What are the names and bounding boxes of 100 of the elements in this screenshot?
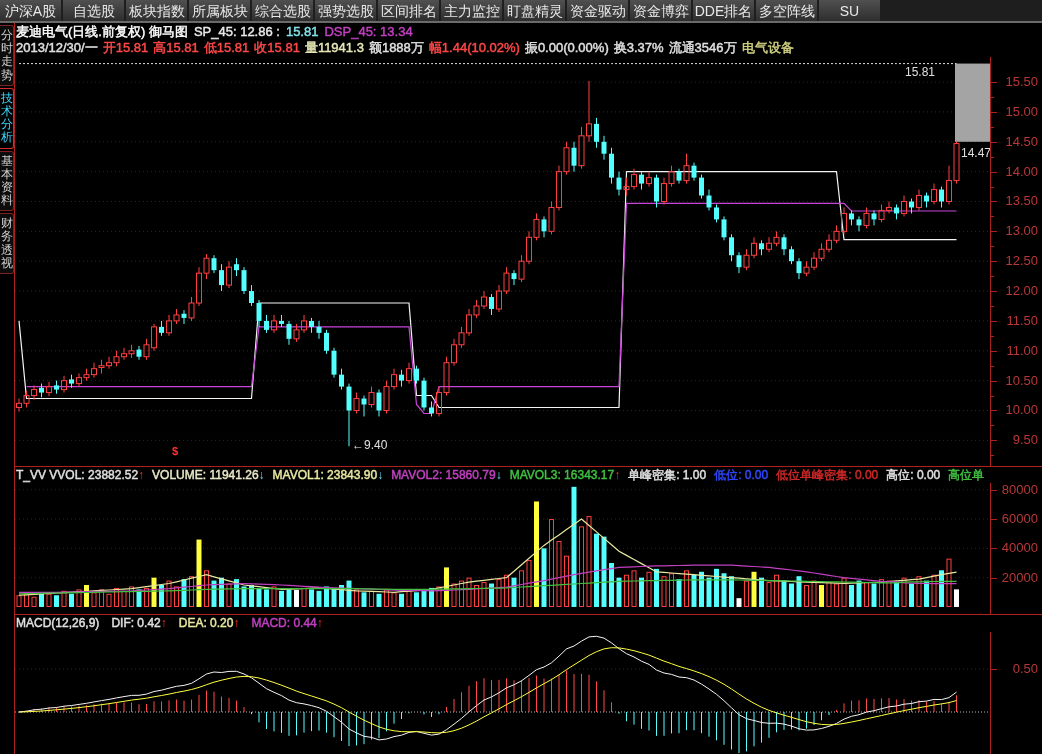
bar: [744, 580, 749, 607]
candlestick: [796, 257, 802, 280]
bar: [534, 501, 539, 607]
candlestick: [571, 141, 577, 173]
bar: [361, 592, 367, 607]
axis-label: 11.50: [1006, 312, 1038, 329]
candlestick: [706, 189, 712, 211]
toolbar-button[interactable]: 所属板块: [189, 0, 250, 21]
quote-field: 量11941.3: [304, 40, 364, 56]
candlestick: [316, 320, 322, 340]
bar: [324, 586, 329, 607]
axis-label: 11.00: [1006, 342, 1038, 359]
toolbar-button[interactable]: 自选股: [63, 0, 124, 21]
candlestick: [361, 395, 367, 417]
toolbar-button[interactable]: 资金博弈: [630, 0, 691, 21]
bar: [264, 589, 269, 607]
candlestick: [61, 375, 67, 394]
bar: [391, 592, 397, 607]
axis-label: 14.50: [1005, 133, 1038, 150]
axis-label: 15.50: [1005, 74, 1038, 91]
indicator-reading: MAVOL2: 15860.79: [391, 467, 496, 483]
bar: [624, 574, 629, 607]
bar: [901, 577, 907, 607]
bar: [46, 593, 52, 607]
side-tab[interactable]: 财务透视: [0, 213, 14, 274]
toolbar-button[interactable]: 盯盘精灵: [504, 0, 565, 21]
chart-title: 麦迪电气(日线.前复权) 御马图: [16, 24, 188, 40]
trend-arrow: ↑: [233, 615, 240, 632]
toolbar-button[interactable]: SU: [819, 0, 880, 21]
toolbar-button[interactable]: 综合选股: [252, 0, 313, 21]
side-tab[interactable]: 分时走势: [0, 25, 14, 86]
axis-label: 12.00: [1005, 283, 1038, 300]
bar: [594, 533, 599, 607]
bar: [54, 595, 59, 607]
quote-field: 低15.81: [203, 40, 250, 56]
candlestick: [219, 263, 224, 292]
bar: [174, 586, 179, 607]
bar: [894, 582, 899, 607]
bar: [601, 536, 607, 607]
bar: [751, 571, 757, 607]
axis-label: 15.00: [1005, 103, 1038, 120]
bar: [279, 590, 284, 607]
candlestick: [324, 329, 329, 355]
bar: [84, 584, 89, 607]
toolbar-button[interactable]: 资金驱动: [567, 0, 628, 21]
bar: [144, 587, 149, 607]
candlestick: [241, 266, 247, 295]
bar: [871, 583, 877, 607]
bar: [766, 582, 772, 607]
quote-field: 2013/12/30/一: [16, 40, 98, 56]
axis-label: 0.50: [1012, 661, 1038, 677]
bar: [549, 519, 554, 607]
axis-label: 13.00: [1005, 223, 1038, 240]
candlestick: [916, 189, 922, 211]
candlestick: [736, 251, 742, 274]
side-tab[interactable]: 技术分析: [0, 87, 14, 149]
axis-label: 40000: [1001, 540, 1038, 557]
bar: [654, 568, 659, 607]
indicator-reading: DSP_45: 13.34: [324, 24, 413, 40]
candlestick: [931, 183, 937, 205]
toolbar-button[interactable]: 区间排名: [378, 0, 439, 21]
toolbar-button[interactable]: DDE排名: [693, 0, 754, 21]
toolbar-button[interactable]: 多空阵线: [756, 0, 817, 21]
toolbar-button[interactable]: 板块指数: [126, 0, 187, 21]
bar: [316, 590, 322, 607]
indicator-reading: DIF: 0.42: [111, 615, 161, 632]
bar: [684, 570, 689, 607]
toolbar-button[interactable]: 主力监控: [441, 0, 502, 21]
bar: [256, 587, 262, 607]
bar: [579, 526, 584, 607]
bar: [114, 587, 119, 607]
bar: [526, 560, 532, 607]
side-tab[interactable]: 基本资料: [0, 150, 14, 212]
bar: [481, 582, 487, 607]
low-price-label: ←9.40: [352, 439, 388, 452]
quote-field: 收15.81: [254, 40, 300, 56]
bar: [864, 582, 869, 607]
bar: [436, 586, 442, 607]
candlestick: [181, 309, 187, 325]
bar: [91, 592, 97, 607]
bar: [451, 583, 457, 607]
candlestick: [46, 381, 52, 397]
bar: [196, 539, 202, 607]
bar: [466, 577, 472, 607]
toolbar-button[interactable]: 强势选股: [315, 0, 376, 21]
candlestick: [683, 153, 690, 185]
bar: [729, 576, 734, 607]
candlestick: [256, 299, 262, 328]
candlestick: [331, 347, 337, 379]
bar: [166, 580, 172, 607]
toolbar-button[interactable]: 沪深A股: [0, 0, 61, 21]
bar: [301, 587, 307, 607]
bar: [226, 583, 232, 607]
limit-price-label: 15.81: [905, 65, 936, 79]
bar: [241, 586, 247, 607]
bar: [834, 583, 839, 607]
candlestick: [271, 314, 277, 334]
candlestick: [339, 368, 344, 391]
candlestick: [136, 345, 142, 361]
bar: [504, 574, 509, 607]
